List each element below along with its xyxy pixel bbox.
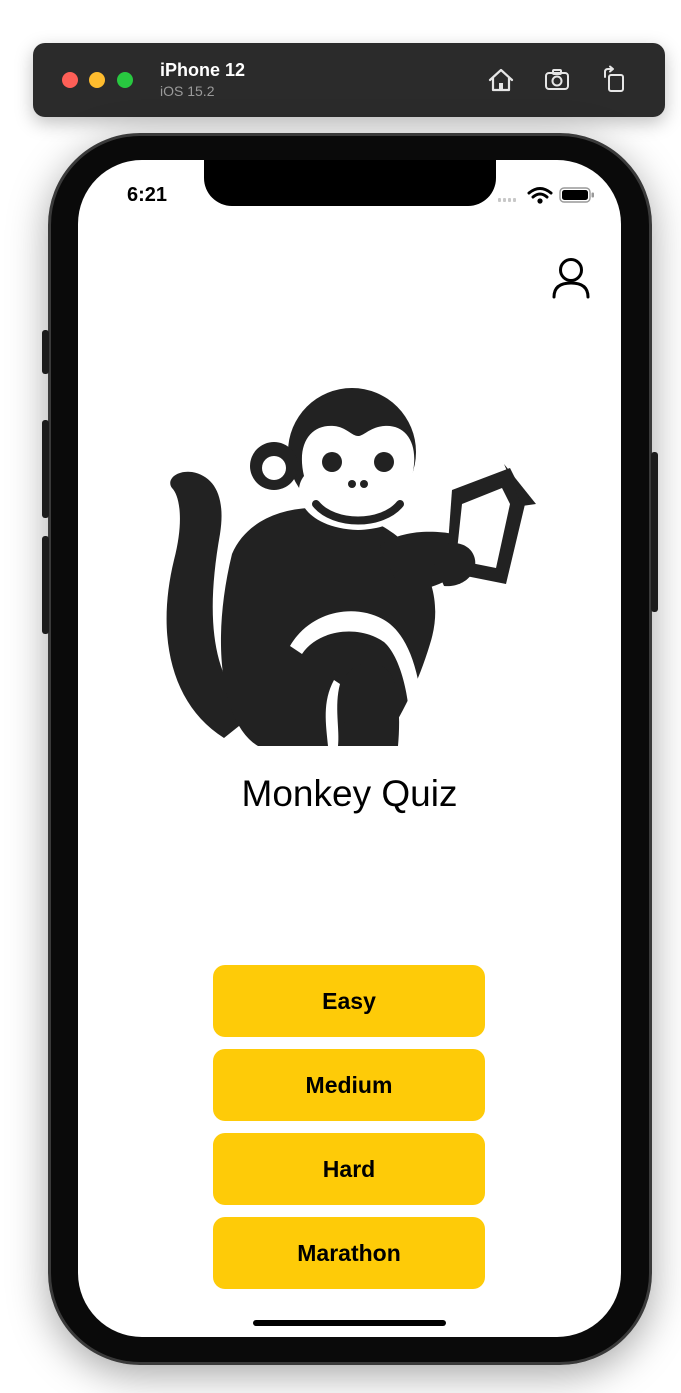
device-name: iPhone 12 — [160, 60, 246, 80]
medium-button[interactable]: Medium — [213, 1049, 485, 1121]
status-icons — [498, 187, 594, 204]
home-icon — [488, 68, 514, 92]
status-time: 6:21 — [127, 184, 168, 206]
phone-screen: 6:21 Monkey Quiz Easy Medium Hard Marath… — [78, 160, 621, 1337]
app-title: Monkey Quiz — [241, 773, 458, 814]
wifi-icon — [527, 187, 553, 204]
simulator-toolbar: iPhone 12 iOS 15.2 — [33, 43, 665, 117]
mute-switch[interactable] — [42, 330, 49, 374]
hard-button[interactable]: Hard — [213, 1133, 485, 1205]
home-button[interactable] — [484, 63, 518, 97]
monkey-reading-icon — [166, 388, 536, 746]
notch — [204, 160, 496, 206]
rotate-button[interactable] — [598, 63, 632, 97]
battery-icon — [559, 187, 594, 203]
screenshot-icon — [545, 69, 569, 90]
home-indicator[interactable] — [253, 1320, 446, 1326]
zoom-window-button[interactable] — [117, 72, 133, 88]
os-version: iOS 15.2 — [160, 83, 215, 99]
screenshot-button[interactable] — [541, 63, 575, 97]
power-button[interactable] — [651, 452, 658, 612]
easy-button[interactable]: Easy — [213, 965, 485, 1037]
signal-icon — [498, 198, 516, 202]
volume-up-button[interactable] — [42, 420, 49, 518]
volume-down-button[interactable] — [42, 536, 49, 634]
simulator-window: iPhone 12 iOS 15.2 6:21 Monkey Quiz Easy… — [0, 0, 681, 1393]
profile-button[interactable] — [551, 256, 591, 300]
minimize-window-button[interactable] — [89, 72, 105, 88]
rotate-icon — [604, 65, 624, 92]
close-window-button[interactable] — [62, 72, 78, 88]
marathon-button[interactable]: Marathon — [213, 1217, 485, 1289]
person-icon — [552, 258, 590, 299]
